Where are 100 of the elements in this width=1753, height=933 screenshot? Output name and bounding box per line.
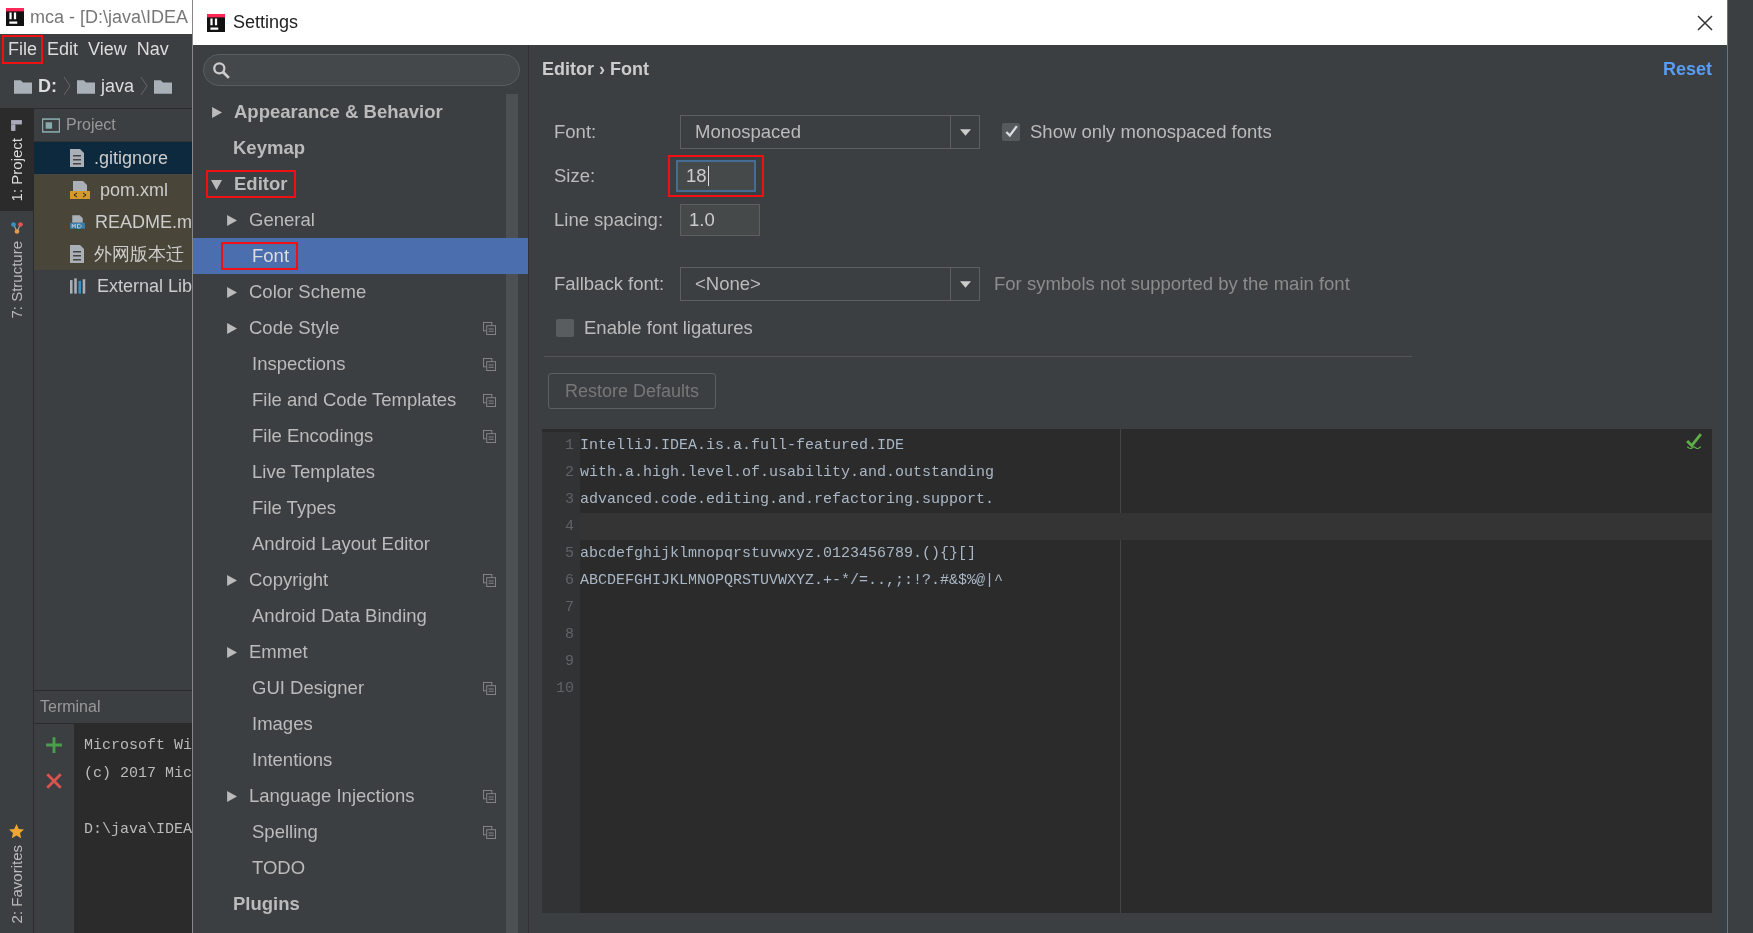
line-spacing-field[interactable]: 1.0	[680, 204, 760, 236]
code-line: advanced.code.editing.and.refactoring.support.	[580, 491, 995, 508]
tree-item[interactable]: Spelling	[193, 814, 528, 850]
tree-item[interactable]: Color Scheme	[193, 274, 528, 310]
field-label: Font:	[554, 121, 598, 143]
project-item[interactable]: 外网版本迁	[34, 238, 192, 270]
tree-item[interactable]: Language Injections	[193, 778, 528, 814]
collapsed-arrow-icon[interactable]	[226, 286, 237, 298]
copy-icon	[483, 393, 496, 407]
file-icon	[70, 245, 84, 263]
breadcrumb-item[interactable]: java	[101, 75, 135, 97]
tree-item[interactable]: Emmet	[193, 634, 528, 670]
search-icon	[212, 61, 230, 79]
menu-item[interactable]: Edit	[43, 36, 83, 62]
reset-link[interactable]: Reset	[1662, 58, 1712, 80]
copy-icon	[483, 573, 496, 587]
project-item[interactable]: pom.xml	[34, 174, 192, 206]
library-icon	[70, 277, 87, 295]
hint-text: For symbols not supported by the main font	[994, 273, 1350, 295]
window-title: mca - [D:\java\IDEA	[30, 6, 189, 28]
tool-window-tab[interactable]: 1: Project	[0, 109, 33, 212]
collapsed-arrow-icon[interactable]	[226, 322, 237, 334]
checkbox[interactable]	[556, 319, 574, 337]
copy-icon	[483, 681, 496, 695]
tree-item[interactable]: Editor	[193, 166, 528, 202]
tree-item[interactable]: GUI Designer	[193, 670, 528, 706]
field-label: Size:	[554, 165, 597, 187]
markdown-file-icon	[70, 213, 85, 231]
tree-item[interactable]: Live Templates	[193, 454, 528, 490]
copy-icon	[483, 789, 496, 803]
collapsed-arrow-icon[interactable]	[226, 574, 237, 586]
panel-title: Terminal	[40, 698, 101, 716]
fallback-font-dropdown[interactable]: <None>	[680, 267, 980, 301]
tree-item[interactable]: Font	[193, 238, 528, 274]
project-icon	[42, 117, 60, 133]
xml-file-icon	[70, 181, 90, 199]
folder-icon	[14, 78, 32, 94]
check-icon	[1686, 433, 1702, 449]
tree-item[interactable]: Android Layout Editor	[193, 526, 528, 562]
dropdown-arrow-icon	[959, 128, 971, 136]
code-line: abcdefghijklmnopqrstuvwxyz.0123456789.(){}[]	[580, 545, 977, 562]
search-field[interactable]	[203, 54, 520, 86]
copy-icon	[483, 429, 496, 443]
expanded-arrow-icon[interactable]	[211, 178, 222, 190]
field-label: Fallback font:	[554, 273, 666, 295]
tool-window-tab[interactable]: 7: Structure	[0, 211, 33, 329]
tree-item[interactable]: Android Data Binding	[193, 598, 528, 634]
tool-window-tab[interactable]: 2: Favorites	[0, 813, 33, 933]
project-item[interactable]: README.m	[34, 206, 192, 238]
code-line: IntelliJ.IDEA.is.a.full-featured.IDE	[580, 437, 905, 454]
tree-item[interactable]: TODO	[193, 850, 528, 886]
app-icon	[207, 13, 225, 32]
star-icon	[9, 823, 24, 839]
field-label: Line spacing:	[554, 209, 665, 231]
tree-item[interactable]: Code Style	[193, 310, 528, 346]
checkbox-label: Show only monospaced fonts	[1030, 121, 1272, 143]
tree-item[interactable]: Inspections	[193, 346, 528, 382]
copy-icon	[483, 321, 496, 335]
checkbox[interactable]	[1002, 123, 1020, 141]
tree-item[interactable]: File Types	[193, 490, 528, 526]
close-icon[interactable]	[1697, 14, 1713, 31]
project-item[interactable]: .gitignore	[34, 142, 192, 174]
tree-item[interactable]: File Encodings	[193, 418, 528, 454]
app-icon	[6, 8, 24, 26]
terminal-line: Microsoft Wi	[83, 736, 192, 756]
panel-title: Project	[66, 116, 116, 134]
file-icon	[70, 149, 84, 167]
tree-item[interactable]: Copyright	[193, 562, 528, 598]
size-field[interactable]: 18	[676, 160, 756, 192]
checkbox-label: Enable font ligatures	[584, 317, 753, 339]
dropdown-arrow-icon	[959, 280, 971, 288]
folder-icon	[77, 78, 95, 94]
font-dropdown[interactable]: Monospaced	[680, 115, 980, 149]
collapsed-arrow-icon[interactable]	[226, 790, 237, 802]
menu-item[interactable]: View	[84, 36, 131, 62]
tree-item[interactable]: Appearance & Behavior	[193, 94, 528, 130]
collapsed-arrow-icon[interactable]	[211, 106, 222, 118]
settings-breadcrumb: Editor › Font	[542, 58, 649, 80]
menu-item[interactable]: File	[4, 36, 41, 62]
tree-item[interactable]: General	[193, 202, 528, 238]
code-line: with.a.high.level.of.usability.and.outstanding	[580, 464, 995, 481]
tree-item[interactable]: Plugins	[193, 886, 528, 922]
tree-item[interactable]: Intentions	[193, 742, 528, 778]
add-icon[interactable]	[45, 736, 63, 754]
tree-item[interactable]: Keymap	[193, 130, 528, 166]
dialog-title: Settings	[233, 12, 300, 33]
folder-icon	[154, 78, 173, 94]
structure-icon	[9, 221, 24, 236]
collapsed-arrow-icon[interactable]	[226, 646, 237, 658]
menu-item[interactable]: Nav	[132, 36, 173, 62]
tree-item[interactable]: Images	[193, 706, 528, 742]
terminal-prompt: D:\java\IDEA	[83, 820, 192, 840]
project-item[interactable]: External Lib	[34, 270, 192, 302]
chevron-icon	[140, 76, 149, 96]
breadcrumb-item[interactable]: D:	[38, 75, 57, 97]
copy-icon	[483, 357, 496, 371]
collapsed-arrow-icon[interactable]	[226, 214, 237, 226]
tree-item[interactable]: File and Code Templates	[193, 382, 528, 418]
chevron-icon	[63, 76, 71, 96]
terminal-line: (c) 2017 Mic	[83, 764, 192, 784]
